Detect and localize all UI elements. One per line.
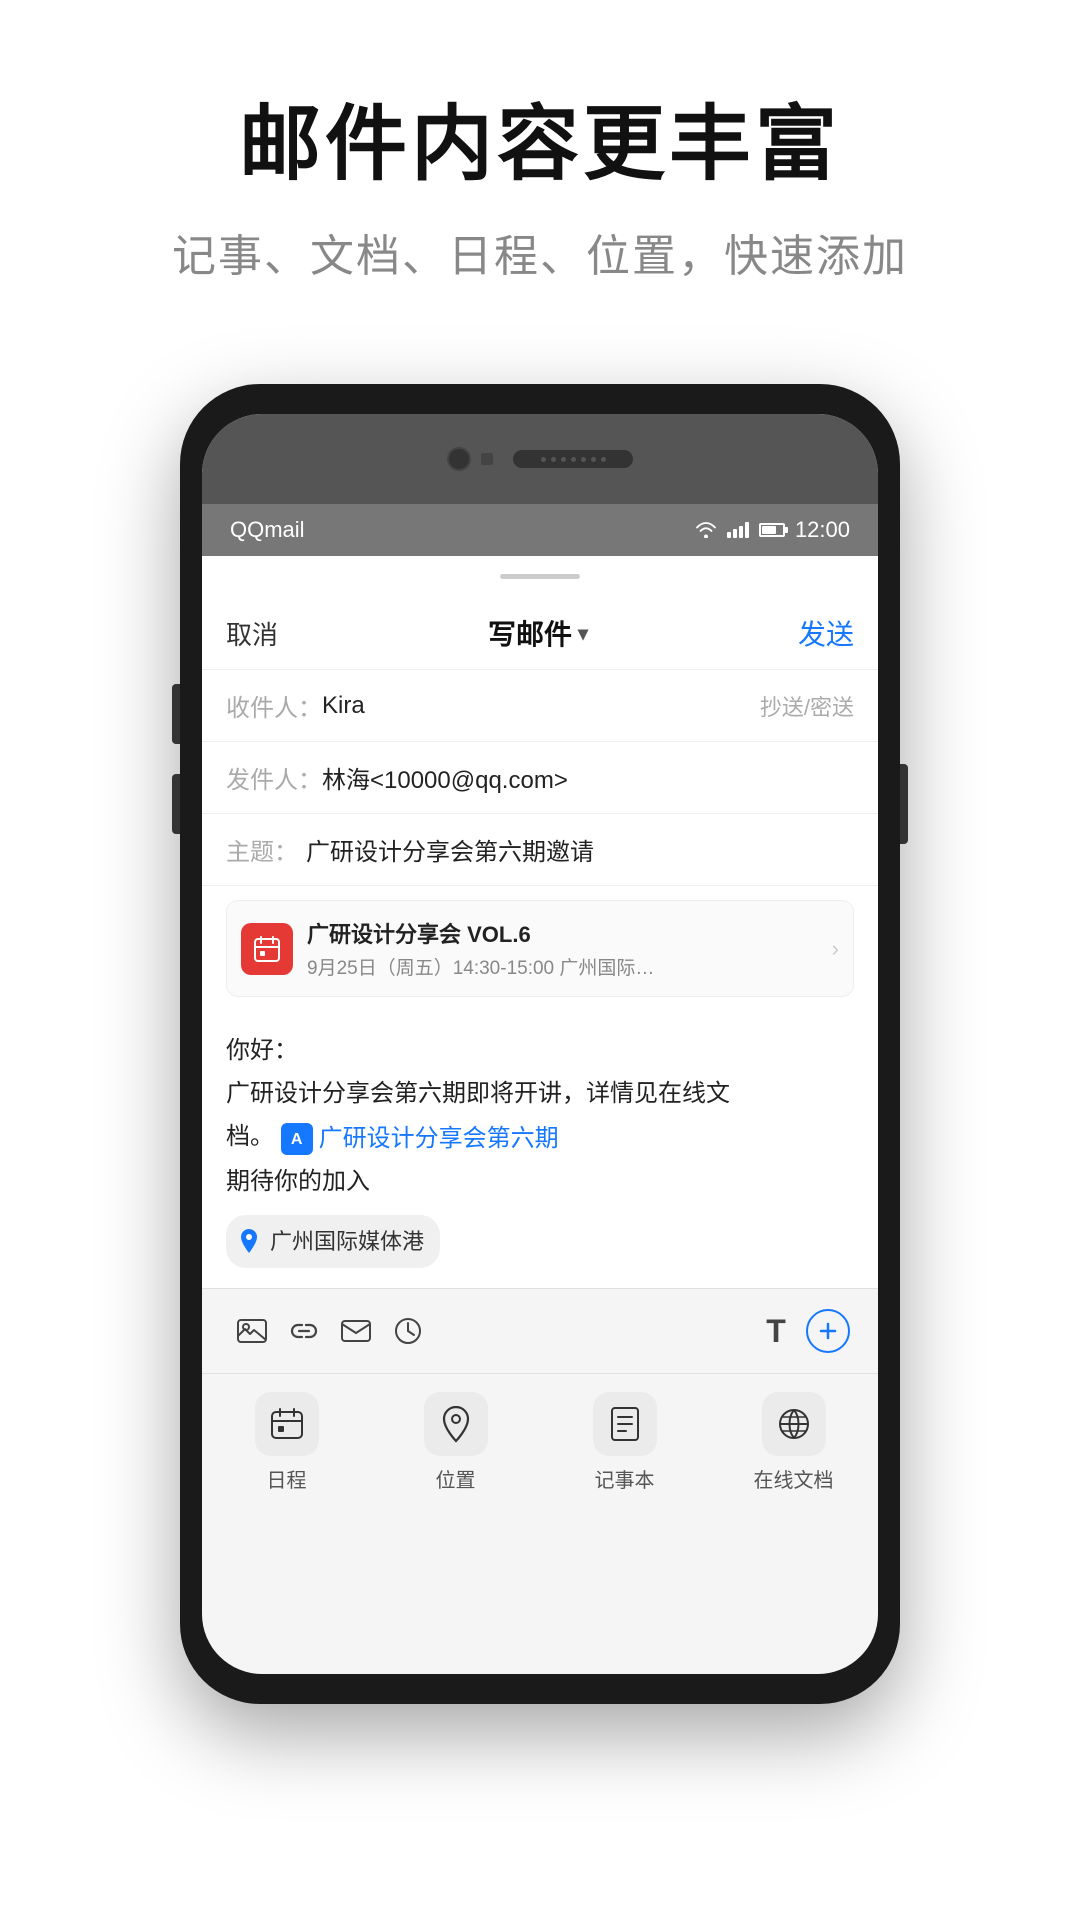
body-line3: 期待你的加入 — [226, 1162, 854, 1203]
calendar-icon-wrap — [241, 923, 293, 975]
phone-outer: QQmail — [180, 384, 900, 1704]
to-field: 收件人： Kira 抄送/密送 — [202, 670, 878, 742]
subject-field: 主题： 广研设计分享会第六期邀请 — [202, 814, 878, 886]
calendar-card[interactable]: 广研设计分享会 VOL.6 9月25日（周五）14:30-15:00 广州国际…… — [226, 900, 854, 997]
doc-link-wrap[interactable]: A 广研设计分享会第六期 — [281, 1119, 559, 1160]
battery-icon — [759, 523, 785, 537]
wifi-icon — [695, 522, 717, 538]
location-action-label: 位置 — [436, 1464, 476, 1493]
compose-topbar: 取消 写邮件 ▾ 发送 — [202, 597, 878, 670]
camera-icon — [447, 447, 471, 471]
image-icon-button[interactable] — [226, 1305, 278, 1357]
calendar-info: 广研设计分享会 VOL.6 9月25日（周五）14:30-15:00 广州国际… — [307, 917, 832, 980]
clock-icon-button[interactable] — [382, 1305, 434, 1357]
body-greeting: 你好： — [226, 1031, 854, 1072]
send-button[interactable]: 发送 — [798, 613, 854, 653]
page-subtitle: 记事、文档、日程、位置，快速添加 — [60, 220, 1020, 284]
mail-icon-button[interactable] — [330, 1305, 382, 1357]
status-bar: QQmail — [202, 504, 878, 556]
action-calendar[interactable]: 日程 — [202, 1392, 371, 1493]
doc-link-text[interactable]: 广研设计分享会第六期 — [319, 1119, 559, 1160]
status-right: 12:00 — [695, 517, 850, 543]
speaker-icon — [513, 450, 633, 468]
action-location[interactable]: 位置 — [371, 1392, 540, 1493]
doc-action-icon — [762, 1392, 826, 1456]
calendar-action-label: 日程 — [267, 1464, 307, 1493]
action-doc[interactable]: 在线文档 — [709, 1392, 878, 1493]
signal-icon — [727, 522, 749, 538]
location-action-icon — [424, 1392, 488, 1456]
from-value: 林海<10000@qq.com> — [322, 760, 854, 795]
compose-title: 写邮件 ▾ — [488, 613, 588, 653]
bottom-toolbar: T — [202, 1288, 878, 1517]
page-title: 邮件内容更丰富 — [60, 100, 1020, 190]
location-text: 广州国际媒体港 — [270, 1223, 424, 1260]
body-line2: 档。 A 广研设计分享会第六期 — [226, 1117, 854, 1160]
subject-label: 主题： — [226, 832, 306, 867]
action-note[interactable]: 记事本 — [540, 1392, 709, 1493]
bottom-actions: 日程 位置 — [202, 1373, 878, 1517]
scroll-indicator — [500, 574, 580, 579]
sensor-icon — [481, 453, 493, 465]
toolbar-icons-row: T — [202, 1289, 878, 1373]
email-compose: 取消 写邮件 ▾ 发送 收件人： Kira 抄送/密送 发件人： 林海<10 — [202, 597, 878, 1517]
phone-mockup: QQmail — [180, 384, 900, 1704]
text-format-icon-button[interactable]: T — [750, 1305, 802, 1357]
note-action-icon — [593, 1392, 657, 1456]
title-chevron-icon: ▾ — [578, 621, 588, 646]
doc-icon: A — [281, 1123, 313, 1155]
page-header: 邮件内容更丰富 记事、文档、日程、位置，快速添加 — [0, 0, 1080, 324]
note-action-label: 记事本 — [595, 1464, 655, 1493]
app-name: QQmail — [230, 517, 305, 543]
link-icon-button[interactable] — [278, 1305, 330, 1357]
cc-bcc-button[interactable]: 抄送/密送 — [760, 690, 854, 722]
body-line1: 广研设计分享会第六期即将开讲，详情见在线文 — [226, 1074, 854, 1115]
calendar-event-title: 广研设计分享会 VOL.6 — [307, 917, 832, 949]
phone-screen: QQmail — [202, 414, 878, 1674]
phone-notch — [202, 414, 878, 504]
status-time: 12:00 — [795, 517, 850, 543]
subject-value[interactable]: 广研设计分享会第六期邀请 — [306, 832, 854, 867]
location-chip[interactable]: 广州国际媒体港 — [226, 1215, 440, 1268]
cancel-button[interactable]: 取消 — [226, 615, 278, 652]
to-label: 收件人： — [226, 688, 322, 723]
calendar-event-detail: 9月25日（周五）14:30-15:00 广州国际… — [307, 953, 832, 980]
location-pin-icon — [236, 1228, 262, 1254]
from-label: 发件人： — [226, 760, 322, 795]
add-icon-button[interactable] — [802, 1305, 854, 1357]
card-chevron-icon: › — [832, 936, 839, 962]
doc-action-label: 在线文档 — [754, 1464, 834, 1493]
calendar-action-icon — [255, 1392, 319, 1456]
from-field: 发件人： 林海<10000@qq.com> — [202, 742, 878, 814]
email-body[interactable]: 你好： 广研设计分享会第六期即将开讲，详情见在线文 档。 A 广研设计分享会第六… — [202, 1011, 878, 1288]
plus-circle-icon — [806, 1309, 850, 1353]
calendar-icon — [252, 934, 282, 964]
to-value[interactable]: Kira — [322, 692, 760, 720]
